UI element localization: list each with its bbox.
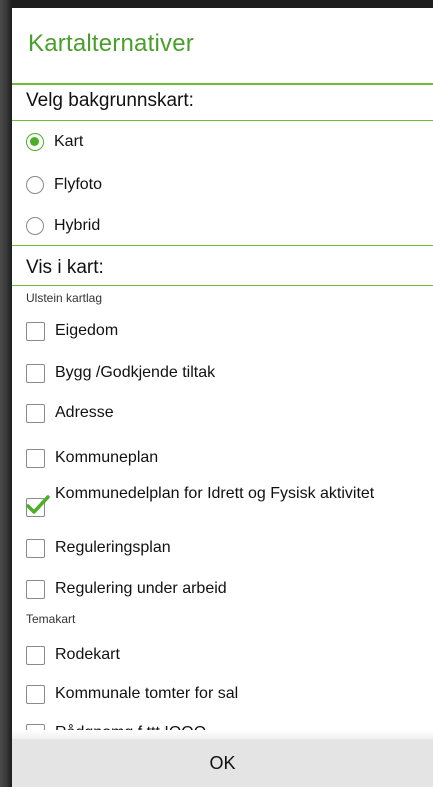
checkbox-regulering-under-arbeid[interactable]: Regulering under arbeid bbox=[26, 579, 227, 599]
checkbox-label: Eigedom bbox=[55, 322, 119, 339]
radio-selected-icon bbox=[26, 133, 44, 151]
radio-label: Kart bbox=[54, 133, 84, 150]
checkbox-label: Bygg /Godkjende tiltak bbox=[55, 364, 216, 381]
show-in-map-header: Vis i kart: bbox=[26, 257, 104, 278]
checkbox-bygg[interactable]: Bygg /Godkjende tiltak bbox=[26, 363, 215, 383]
ok-button-label: OK bbox=[209, 752, 236, 773]
map-options-dialog: Kartalternativer Velg bakgrunnskart: Kar… bbox=[12, 8, 433, 787]
checkbox-label: Reguleringsplan bbox=[55, 539, 171, 556]
section-divider bbox=[12, 285, 433, 286]
checkbox-label: Regulering under arbeid bbox=[55, 580, 227, 597]
radio-option-kart[interactable]: Kart bbox=[26, 132, 83, 152]
checkbox-eigedom[interactable]: Eigedom bbox=[26, 321, 118, 341]
radio-unselected-icon bbox=[26, 217, 44, 235]
section-divider bbox=[12, 245, 433, 246]
checkbox-unchecked-icon bbox=[26, 580, 45, 599]
checkbox-label: Kommuneplan bbox=[55, 449, 159, 466]
ok-button[interactable]: OK bbox=[12, 739, 433, 787]
checkbox-adresse[interactable]: Adresse bbox=[26, 403, 114, 423]
checkbox-label: Rodekart bbox=[55, 646, 120, 663]
radio-option-hybrid[interactable]: Hybrid bbox=[26, 216, 100, 236]
checkbox-label: Adresse bbox=[55, 404, 114, 421]
checkbox-reguleringsplan[interactable]: Reguleringsplan bbox=[26, 538, 171, 558]
checkbox-kommuneplan[interactable]: Kommuneplan bbox=[26, 448, 158, 468]
checkbox-unchecked-icon bbox=[26, 364, 45, 383]
group-header-ulstein: Ulstein kartlag bbox=[26, 291, 103, 305]
radio-label: Hybrid bbox=[54, 217, 101, 234]
title-divider bbox=[12, 83, 433, 85]
checkmark-icon bbox=[26, 495, 50, 514]
checkbox-unchecked-icon bbox=[26, 646, 45, 665]
radio-unselected-icon bbox=[26, 176, 44, 194]
radio-option-flyfoto[interactable]: Flyfoto bbox=[26, 175, 102, 195]
checkbox-label: Kommunale tomter for sal bbox=[55, 685, 239, 702]
checkbox-unchecked-icon bbox=[26, 539, 45, 558]
section-divider bbox=[12, 120, 433, 121]
checkbox-rodekart[interactable]: Rodekart bbox=[26, 645, 120, 665]
checkbox-checked-icon bbox=[26, 495, 50, 517]
group-header-temakart: Temakart bbox=[26, 612, 76, 626]
checkbox-label: Kommunedelplan for Idrett og Fysisk akti… bbox=[55, 485, 375, 502]
dialog-title: Kartalternativer bbox=[28, 30, 194, 57]
list-scroll-edge bbox=[12, 730, 433, 739]
checkbox-unchecked-icon bbox=[26, 322, 45, 341]
checkbox-unchecked-icon bbox=[26, 685, 45, 704]
background-map-header: Velg bakgrunnskart: bbox=[26, 90, 194, 111]
checkbox-unchecked-icon bbox=[26, 449, 45, 468]
checkbox-unchecked-icon bbox=[26, 404, 45, 423]
checkbox-kommunedelplan[interactable]: Kommunedelplan for Idrett og Fysisk akti… bbox=[26, 484, 396, 517]
radio-label: Flyfoto bbox=[54, 176, 103, 193]
checkbox-kommunale-tomter[interactable]: Kommunale tomter for sal bbox=[26, 684, 238, 704]
